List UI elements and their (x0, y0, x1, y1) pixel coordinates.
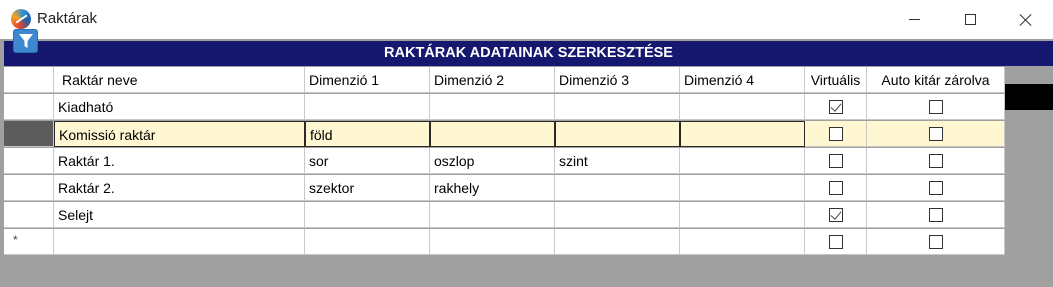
auto-lock-checkbox[interactable] (929, 127, 943, 141)
column-header-raktar-neve[interactable]: Raktár neve (54, 67, 305, 93)
virtual-checkbox[interactable] (829, 127, 843, 141)
cell-dimenzio-1[interactable] (305, 229, 430, 255)
column-header-dimenzio-4[interactable]: Dimenzió 4 (680, 67, 805, 93)
row-selector[interactable] (4, 202, 54, 228)
window-title: Raktárak (37, 10, 98, 27)
maximize-icon (964, 14, 976, 25)
cell-dimenzio-2[interactable] (430, 229, 555, 255)
auto-lock-checkbox[interactable] (929, 100, 943, 114)
title-bar: Raktárak (0, 0, 1053, 39)
cell-dimenzio-4[interactable] (680, 121, 805, 147)
cell-dimenzio-3[interactable] (555, 229, 680, 255)
cell-dimenzio-3[interactable] (555, 94, 680, 120)
cell-auto-kitar-zarolva (867, 121, 1005, 147)
form-area: RAKTÁRAK ADATAINAK SZERKESZTÉSE Raktár n… (0, 39, 1053, 287)
cell-auto-kitar-zarolva (867, 94, 1005, 120)
column-header-dimenzio-1[interactable]: Dimenzió 1 (305, 67, 430, 93)
cell-dimenzio-1[interactable]: föld (305, 121, 430, 147)
cell-dimenzio-3[interactable] (555, 175, 680, 201)
cell-dimenzio-1[interactable]: sor (305, 148, 430, 174)
cell-virtualis (805, 121, 867, 147)
cell-auto-kitar-zarolva (867, 175, 1005, 201)
cell-dimenzio-4[interactable] (680, 148, 805, 174)
cell-auto-kitar-zarolva (867, 229, 1005, 255)
cell-dimenzio-2[interactable] (430, 121, 555, 147)
cell-auto-kitar-zarolva (867, 148, 1005, 174)
row-selector[interactable] (4, 121, 54, 147)
cell-dimenzio-4[interactable] (680, 202, 805, 228)
cell-dimenzio-1[interactable] (305, 94, 430, 120)
cell-virtualis (805, 202, 867, 228)
cell-dimenzio-4[interactable] (680, 175, 805, 201)
cell-dimenzio-3[interactable] (555, 121, 680, 147)
virtual-checkbox[interactable] (829, 100, 843, 114)
cell-virtualis (805, 148, 867, 174)
cell-dimenzio-2[interactable]: rakhely (430, 175, 555, 201)
filter-button[interactable] (13, 29, 38, 53)
cell-raktar-neve[interactable]: Raktár 1. (54, 148, 305, 174)
cell-dimenzio-3[interactable] (555, 202, 680, 228)
cell-dimenzio-2[interactable]: oszlop (430, 148, 555, 174)
cell-virtualis (805, 94, 867, 120)
grid-overflow-band (1005, 84, 1053, 110)
minimize-icon (908, 19, 920, 20)
cell-virtualis (805, 229, 867, 255)
cell-raktar-neve[interactable]: Komissió raktár (54, 121, 305, 147)
column-header-dimenzio-3[interactable]: Dimenzió 3 (555, 67, 680, 93)
virtual-checkbox[interactable] (829, 154, 843, 168)
column-header-virtualis[interactable]: Virtuális (805, 67, 867, 93)
cell-raktar-neve[interactable]: Kiadható (54, 94, 305, 120)
row-selector[interactable] (4, 175, 54, 201)
row-selector[interactable] (4, 148, 54, 174)
filter-icon (19, 34, 33, 48)
header-corner (4, 67, 54, 93)
auto-lock-checkbox[interactable] (929, 154, 943, 168)
cell-dimenzio-1[interactable] (305, 202, 430, 228)
app-logo-icon (11, 9, 31, 29)
cell-raktar-neve[interactable] (54, 229, 305, 255)
maximize-button[interactable] (947, 0, 993, 39)
close-icon (1019, 13, 1033, 27)
cell-raktar-neve[interactable]: Raktár 2. (54, 175, 305, 201)
row-selector[interactable]: * (4, 229, 54, 255)
row-selector[interactable] (4, 94, 54, 120)
auto-lock-checkbox[interactable] (929, 181, 943, 195)
virtual-checkbox[interactable] (829, 208, 843, 222)
column-header-dimenzio-2[interactable]: Dimenzió 2 (430, 67, 555, 93)
cell-dimenzio-4[interactable] (680, 229, 805, 255)
cell-dimenzio-4[interactable] (680, 94, 805, 120)
cell-dimenzio-2[interactable] (430, 94, 555, 120)
close-button[interactable] (1003, 0, 1049, 39)
cell-virtualis (805, 175, 867, 201)
virtual-checkbox[interactable] (829, 235, 843, 249)
cell-dimenzio-2[interactable] (430, 202, 555, 228)
minimize-button[interactable] (891, 0, 937, 39)
cell-dimenzio-1[interactable]: szektor (305, 175, 430, 201)
form-heading: RAKTÁRAK ADATAINAK SZERKESZTÉSE (4, 41, 1053, 66)
cell-raktar-neve[interactable]: Selejt (54, 202, 305, 228)
cell-auto-kitar-zarolva (867, 202, 1005, 228)
new-row-marker: * (13, 233, 18, 247)
auto-lock-checkbox[interactable] (929, 235, 943, 249)
virtual-checkbox[interactable] (829, 181, 843, 195)
auto-lock-checkbox[interactable] (929, 208, 943, 222)
column-header-auto-kitar-zarolva[interactable]: Auto kitár zárolva (867, 67, 1005, 93)
cell-dimenzio-3[interactable]: szint (555, 148, 680, 174)
